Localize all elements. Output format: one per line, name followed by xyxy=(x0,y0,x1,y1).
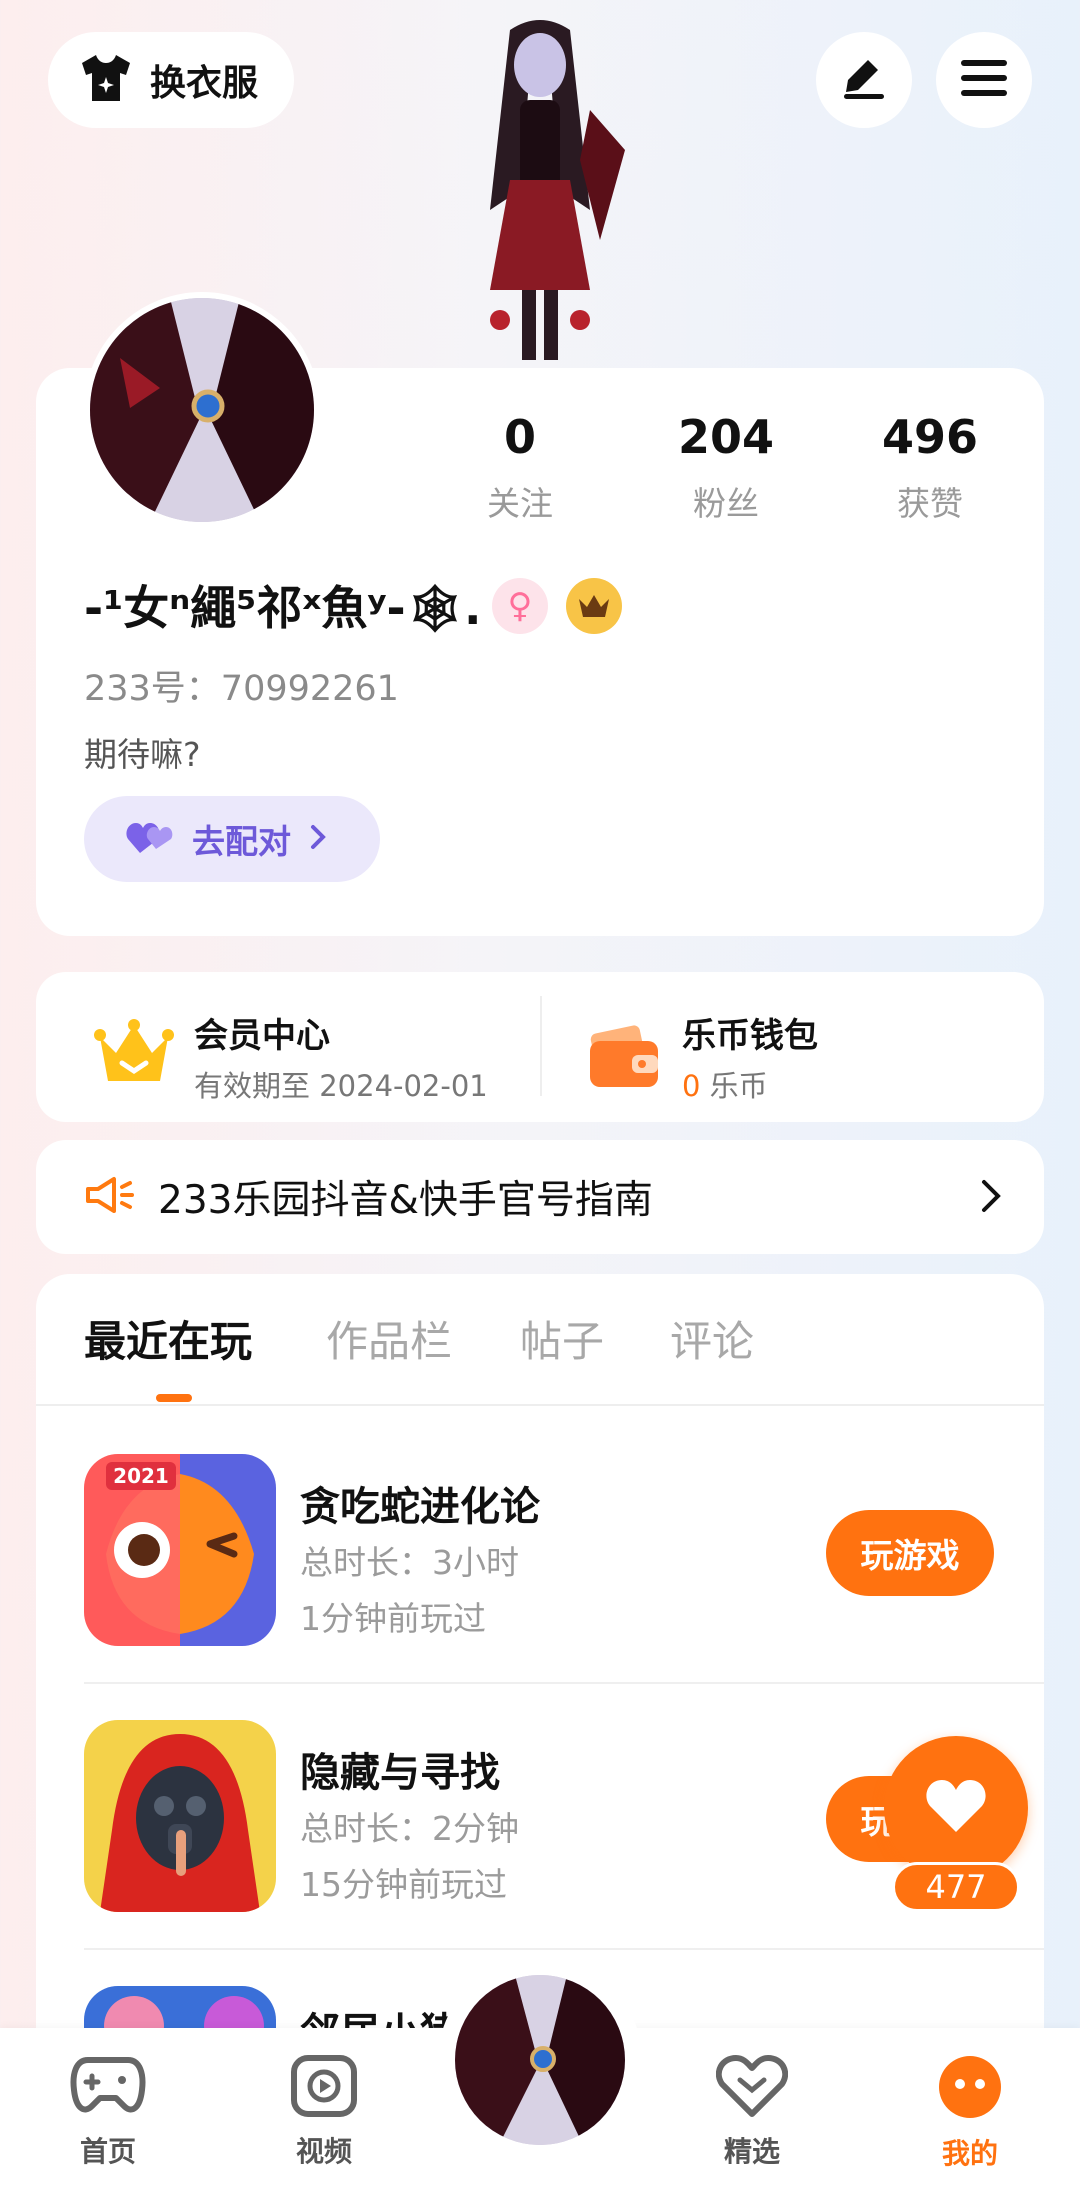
nav-featured-label: 精选 xyxy=(723,2135,780,2168)
play-game-button[interactable]: 玩游戏 xyxy=(826,1510,994,1596)
followers-stat[interactable]: 204 粉丝 xyxy=(646,412,806,525)
hide-and-seek-game-icon[interactable] xyxy=(84,1720,276,1912)
game-last-played: 1分钟前玩过 xyxy=(300,1599,486,1638)
play-video-icon xyxy=(290,2054,358,2122)
game-last-played: 15分钟前玩过 xyxy=(300,1865,507,1904)
nav-home-label: 首页 xyxy=(79,2135,136,2168)
chevron-right-icon xyxy=(309,823,327,855)
heart-gem-icon xyxy=(715,2054,789,2122)
tab-works[interactable]: 作品栏 xyxy=(326,1308,452,1369)
notice-banner[interactable]: 233乐园抖音&快手官号指南 xyxy=(36,1140,1044,1254)
wallet-title: 乐币钱包 xyxy=(682,1016,818,1056)
followers-count: 204 xyxy=(677,410,775,464)
tab-recently-played[interactable]: 最近在玩 xyxy=(84,1308,252,1369)
game-duration: 总时长：2分钟 xyxy=(300,1809,519,1848)
pencil-icon xyxy=(840,54,888,106)
avatar xyxy=(455,1975,625,2145)
game-duration: 总时长：3小时 xyxy=(300,1543,519,1582)
snake-game-year-badge: 2021 xyxy=(113,1464,169,1488)
nav-mine-label: 我的 xyxy=(941,2137,998,2170)
go-pair-button[interactable]: 去配对 xyxy=(84,796,380,882)
gamepad-icon xyxy=(70,2054,146,2122)
row-divider xyxy=(84,1948,1044,1950)
crown-icon xyxy=(94,1018,174,1095)
following-label: 关注 xyxy=(487,483,553,523)
female-gender-icon: ♀ xyxy=(492,578,548,634)
hamburger-menu-icon xyxy=(961,58,1007,102)
like-button[interactable] xyxy=(884,1736,1028,1880)
active-tab-indicator xyxy=(156,1394,192,1402)
go-pair-label: 去配对 xyxy=(192,822,291,861)
nav-video-label: 视频 xyxy=(295,2135,352,2168)
tab-posts[interactable]: 帖子 xyxy=(520,1308,604,1369)
avatar-character[interactable] xyxy=(440,10,640,370)
heart-icon xyxy=(924,1778,988,1838)
notice-text: 233乐园抖音&快手官号指南 xyxy=(158,1178,653,1223)
likes-label: 获赞 xyxy=(897,483,963,523)
wallet-entry[interactable]: 乐币钱包 0 乐币 xyxy=(588,1008,818,1105)
member-expiry: 有效期至 2024-02-01 xyxy=(194,1069,488,1103)
tab-comments[interactable]: 评论 xyxy=(670,1308,754,1369)
nav-featured[interactable]: 精选 xyxy=(682,2054,822,2170)
snake-game-icon[interactable]: 2021 xyxy=(84,1454,276,1646)
change-outfit-button[interactable]: 换衣服 xyxy=(48,32,294,128)
nickname: -¹女ⁿ繩⁵祁ˣ魚ʸ-🕸. xyxy=(84,581,482,635)
change-outfit-label: 换衣服 xyxy=(150,63,259,104)
game-name: 贪吃蛇进化论 xyxy=(300,1484,540,1530)
nav-mine[interactable]: 我的 xyxy=(900,2054,1040,2172)
profile-avatar[interactable] xyxy=(84,292,320,528)
game-name: 隐藏与寻找 xyxy=(300,1750,500,1796)
smiley-face-icon xyxy=(937,2054,1003,2124)
hearts-icon xyxy=(126,819,174,859)
member-center-entry[interactable]: 会员中心 有效期至 2024-02-01 xyxy=(94,1008,488,1105)
card-divider xyxy=(540,996,542,1096)
tshirt-icon xyxy=(78,53,134,107)
wallet-icon xyxy=(588,1021,662,1093)
like-count-badge: 477 xyxy=(892,1862,1020,1912)
nav-video[interactable]: 视频 xyxy=(254,2054,394,2170)
bio: 期待嘛? xyxy=(84,735,201,774)
likes-stat[interactable]: 496 获赞 xyxy=(850,412,1010,525)
nav-home[interactable]: 首页 xyxy=(38,2054,178,2170)
tabs-divider xyxy=(36,1404,1044,1406)
following-count: 0 xyxy=(503,410,536,464)
likes-count: 496 xyxy=(881,410,979,464)
edit-profile-button[interactable] xyxy=(816,32,912,128)
menu-button[interactable] xyxy=(936,32,1032,128)
wallet-unit: 乐币 xyxy=(709,1069,768,1103)
megaphone-icon xyxy=(84,1175,134,1219)
member-center-title: 会员中心 xyxy=(194,1016,330,1056)
wallet-amount: 0 xyxy=(682,1069,701,1103)
gender-symbol: ♀ xyxy=(507,586,533,626)
user-id: 233号：70992261 xyxy=(84,669,399,709)
followers-label: 粉丝 xyxy=(693,483,759,523)
crown-badge-icon[interactable] xyxy=(566,578,622,634)
following-stat[interactable]: 0 关注 xyxy=(440,412,600,525)
center-avatar-button[interactable] xyxy=(438,1958,642,2162)
chevron-right-icon xyxy=(980,1178,1002,1218)
row-divider xyxy=(84,1682,1044,1684)
